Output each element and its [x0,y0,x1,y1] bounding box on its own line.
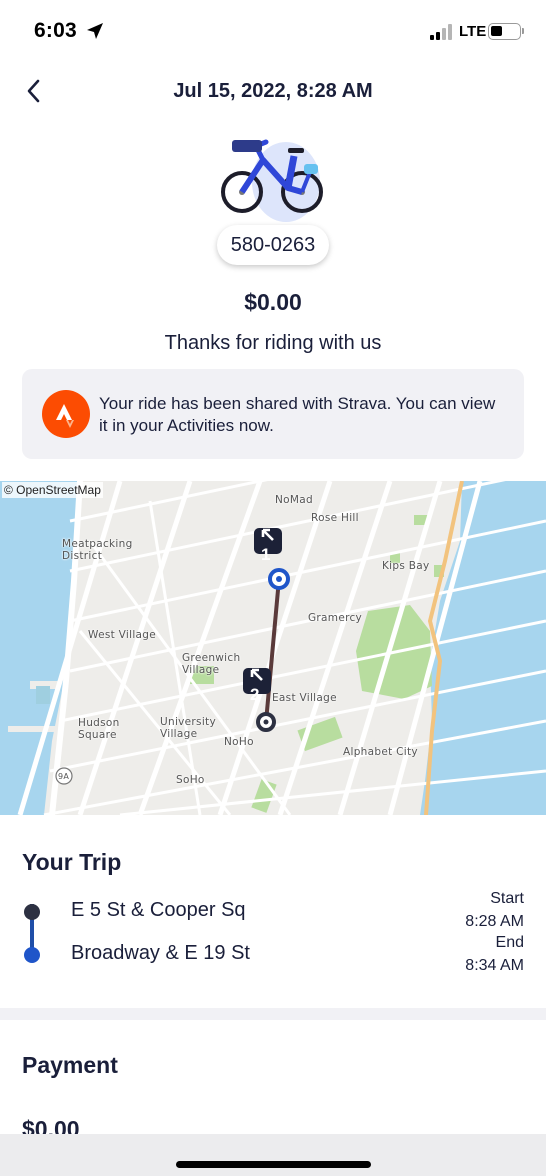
section-divider [0,1008,546,1020]
route-shield-label: 9A [58,772,70,781]
map-label: Greenwich Village [182,652,241,676]
map-label: Kips Bay [382,560,430,572]
map-label: Alphabet City [343,746,418,758]
location-arrow-icon [87,23,103,39]
map-label: West Village [88,629,157,641]
start-time: 8:28 AM [465,913,524,930]
start-label: Start [490,890,524,907]
route-marker-label: 1 [261,545,271,564]
route-marker-label: 2 [250,685,260,704]
start-dot-icon [24,904,40,920]
strava-message: Your ride has been shared with Strava. Y… [99,394,496,435]
route-marker-2[interactable]: 2 [243,668,271,704]
ride-price: $0.00 [244,289,302,315]
thanks-message: Thanks for riding with us [164,332,382,354]
route-map[interactable]: © OpenStreetMap NoMad Rose Hill Meatpack… [0,481,546,815]
bike-image [221,139,323,222]
map-label: Rose Hill [311,512,359,524]
strava-share-card[interactable]: Your ride has been shared with Strava. Y… [22,369,524,459]
strava-logo-icon [42,390,90,438]
start-station: E 5 St & Cooper Sq [71,899,246,921]
bike-id-badge: 580-0263 [217,225,329,265]
trip-title: Your Trip [22,849,122,875]
network-type: LTE [459,23,487,40]
map-label: Meatpacking District [62,538,133,562]
map-label: SoHo [176,774,205,786]
status-time: 6:03 [34,19,77,42]
map-label: Hudson Square [78,717,120,741]
bottom-bar [0,1134,546,1176]
map-attribution[interactable]: © OpenStreetMap [2,482,103,498]
cell-signal-icon [430,24,456,40]
end-time: 8:34 AM [465,957,524,974]
end-station: Broadway & E 19 St [71,942,250,964]
home-indicator[interactable] [176,1161,371,1168]
status-bar: 6:03 LTE [0,0,546,64]
arrow-up-left-icon [261,528,274,541]
map-label: Gramercy [308,612,363,624]
page-title: Jul 15, 2022, 8:28 AM [173,80,373,102]
map-label: East Village [272,692,337,704]
end-label: End [495,934,524,951]
end-dot-icon [24,947,40,963]
map-label: NoHo [224,736,254,748]
arrow-up-left-icon [250,668,263,681]
payment-title: Payment [22,1052,118,1078]
battery-icon [488,23,521,40]
map-label: University Village [160,716,216,740]
map-label: NoMad [275,494,313,506]
route-marker-1[interactable]: 1 [254,528,282,564]
